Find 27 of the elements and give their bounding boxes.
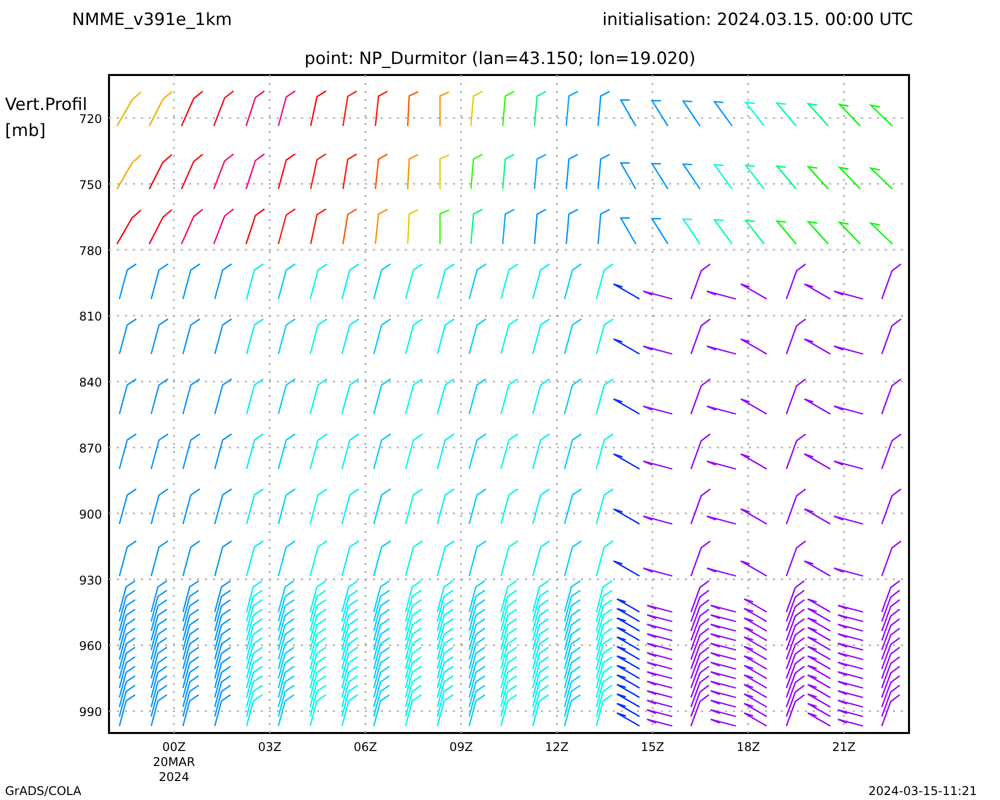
axis-title: [mb] — [5, 121, 46, 141]
axis-tick-label: 990 — [79, 705, 102, 720]
axis-tick-label: 20MAR — [152, 755, 196, 769]
model-name: NMME_v391e_1km — [72, 10, 232, 30]
axis-tick-label: 18Z — [736, 740, 760, 754]
axis-tick-label: 840 — [79, 376, 102, 390]
initialisation-time: initialisation: 2024.03.15. 00:00 UTC — [602, 10, 913, 30]
axis-title: Vert.Profil — [5, 95, 88, 115]
axis-tick-label: 810 — [79, 310, 102, 324]
timestamp: 2024-03-15-11:21 — [868, 784, 977, 798]
axis-tick-label: 15Z — [640, 740, 664, 754]
axis-tick-label: 09Z — [449, 740, 473, 754]
axis-tick-label: 930 — [79, 573, 102, 588]
axis-tick-label: 720 — [79, 112, 102, 126]
axis-tick-label: 2024 — [158, 770, 190, 784]
axis-tick-label: 750 — [79, 178, 102, 192]
axis-tick-label: 06Z — [354, 740, 378, 754]
axis-tick-label: 12Z — [545, 740, 569, 754]
software-credit: GrADS/COLA — [5, 784, 82, 798]
axis-tick-label: 780 — [79, 244, 102, 258]
axis-tick-label: 960 — [79, 639, 102, 654]
axis-tick-label: 03Z — [258, 740, 282, 754]
axis-tick-label: 900 — [79, 507, 102, 522]
axis-tick-label: 21Z — [832, 740, 856, 754]
plot-title: point: NP_Durmitor (lan=43.150; lon=19.020) — [304, 49, 696, 69]
axis-tick-label: 00Z — [162, 740, 186, 754]
axis-tick-label: 870 — [79, 442, 102, 456]
